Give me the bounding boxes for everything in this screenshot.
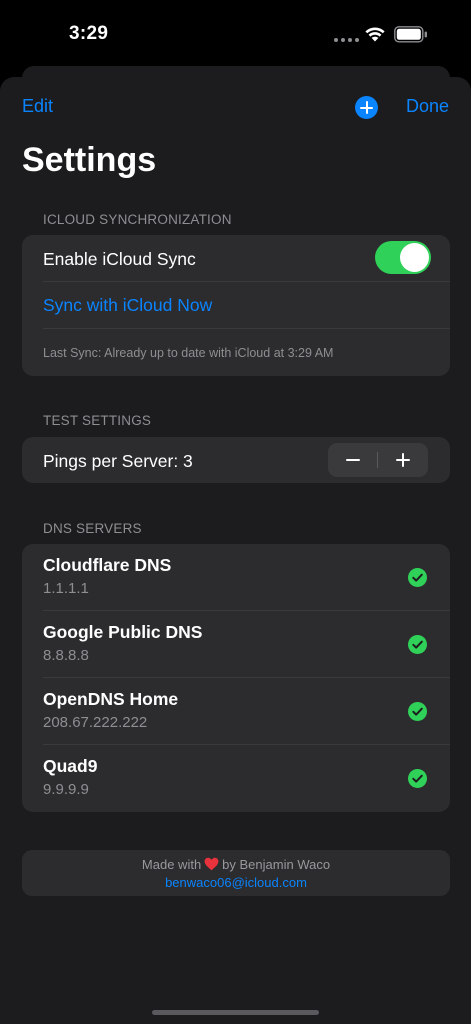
last-sync-text: Last Sync: Already up to date with iClou… [43, 346, 334, 360]
dns-server-name: OpenDNS Home [43, 689, 179, 709]
icloud-sync-toggle[interactable] [375, 241, 431, 274]
author-text: by Benjamin Waco [222, 857, 331, 872]
icloud-group: Enable iCloud Sync Sync with iCloud Now … [22, 235, 450, 376]
edit-button[interactable]: Edit [22, 96, 53, 117]
checkmark-icon [408, 769, 427, 788]
sync-now-button[interactable]: Sync with iCloud Now [43, 295, 212, 316]
email-link[interactable]: benwaco06@icloud.com [22, 875, 450, 890]
made-with-text: Made with [141, 857, 202, 872]
test-settings-header: TEST SETTINGS [43, 413, 152, 428]
dns-server-address: 208.67.222.222 [43, 714, 148, 731]
enable-icloud-row: Enable iCloud Sync [22, 235, 450, 282]
dns-server-row[interactable]: Quad9 9.9.9.9 [22, 745, 450, 812]
status-bar: 3:29 [0, 0, 471, 70]
dns-servers-group: Cloudflare DNS 1.1.1.1 Google Public DNS… [22, 544, 450, 812]
increment-button[interactable] [378, 443, 428, 477]
pings-row: Pings per Server: 3 [22, 437, 450, 483]
battery-icon [394, 26, 427, 43]
dns-server-row[interactable]: Cloudflare DNS 1.1.1.1 [22, 544, 450, 611]
enable-icloud-label: Enable iCloud Sync [43, 249, 196, 269]
dns-server-row[interactable]: Google Public DNS 8.8.8.8 [22, 611, 450, 678]
credits-footer: Made with by Benjamin Waco benwaco06@iclo… [22, 850, 450, 896]
last-sync-row: Last Sync: Already up to date with iClou… [22, 329, 450, 376]
dns-server-name: Google Public DNS [43, 622, 203, 642]
heart-icon [204, 857, 219, 871]
add-server-button[interactable] [355, 96, 378, 119]
dns-server-name: Quad9 [43, 756, 98, 776]
dns-server-row[interactable]: OpenDNS Home 208.67.222.222 [22, 678, 450, 745]
page-title: Settings [22, 141, 157, 179]
checkmark-icon [408, 702, 427, 721]
signal-icon [334, 38, 359, 42]
status-time: 3:29 [69, 23, 109, 44]
toggle-knob [400, 243, 429, 272]
test-settings-group: Pings per Server: 3 [22, 437, 450, 483]
sync-now-row[interactable]: Sync with iCloud Now [22, 282, 450, 329]
dns-server-address: 1.1.1.1 [43, 580, 89, 597]
done-button[interactable]: Done [406, 96, 449, 117]
icloud-section-header: ICLOUD SYNCHRONIZATION [43, 212, 232, 227]
wifi-icon [365, 27, 385, 42]
checkmark-icon [408, 568, 427, 587]
dns-server-name: Cloudflare DNS [43, 555, 172, 575]
checkmark-icon [408, 635, 427, 654]
home-indicator[interactable] [152, 1010, 319, 1015]
decrement-button[interactable] [328, 443, 378, 477]
pings-stepper [328, 443, 428, 477]
dns-server-address: 9.9.9.9 [43, 781, 89, 798]
dns-servers-header: DNS SERVERS [43, 521, 142, 536]
dns-server-address: 8.8.8.8 [43, 647, 89, 664]
credits-line: Made with by Benjamin Waco [22, 857, 450, 872]
screen: 3:29 Edit Done Settings ICLOUD SYNCHRONI… [0, 0, 471, 1024]
pings-label: Pings per Server: 3 [43, 451, 193, 471]
